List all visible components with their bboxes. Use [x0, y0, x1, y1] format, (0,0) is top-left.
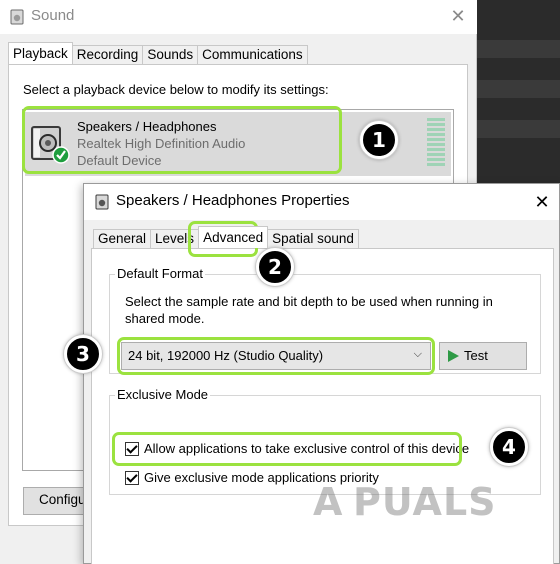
test-button[interactable]: Test [439, 342, 527, 370]
appuals-watermark: A PUALS [313, 480, 497, 524]
speaker-app-icon [95, 194, 109, 210]
speaker-app-icon [10, 9, 24, 25]
close-icon[interactable]: ✕ [446, 4, 470, 28]
allow-exclusive-label: Allow applications to take exclusive con… [144, 441, 470, 456]
tab-sounds[interactable]: Sounds [142, 45, 199, 64]
tab-general[interactable]: General [93, 229, 152, 248]
properties-title: Speakers / Headphones Properties [116, 192, 350, 209]
properties-tab-bar: General Levels Advanced Spatial sound [93, 226, 359, 248]
sound-window-title: Sound [31, 7, 75, 24]
tab-communications[interactable]: Communications [197, 45, 308, 64]
tab-levels[interactable]: Levels [150, 229, 200, 248]
sound-tab-bar: Playback Recording Sounds Communications [8, 42, 308, 64]
default-format-description: Select the sample rate and bit depth to … [125, 294, 493, 326]
sample-format-select[interactable]: 24 bit, 192000 Hz (Studio Quality) ⌵ [121, 342, 431, 370]
close-icon[interactable]: ✕ [530, 190, 554, 214]
step-badge-3: 3 [64, 335, 102, 373]
device-status: Default Device [77, 153, 162, 168]
play-icon [448, 350, 459, 362]
playback-prompt: Select a playback device below to modify… [23, 82, 329, 97]
tab-playback[interactable]: Playback [8, 42, 73, 64]
sample-format-value: 24 bit, 192000 Hz (Studio Quality) [128, 348, 324, 363]
allow-exclusive-checkbox[interactable]: Allow applications to take exclusive con… [125, 441, 469, 456]
checkbox-checked-icon [125, 470, 139, 485]
tab-advanced[interactable]: Advanced [198, 226, 269, 248]
test-button-label: Test [464, 348, 488, 363]
device-driver: Realtek High Definition Audio [77, 136, 246, 151]
step-badge-2: 2 [256, 248, 294, 286]
volume-level-meter [427, 118, 445, 170]
exclusive-mode-legend: Exclusive Mode [115, 387, 211, 402]
device-name: Speakers / Headphones [77, 119, 217, 134]
speaker-icon [31, 126, 70, 164]
sound-title-bar: Sound ✕ [0, 0, 477, 34]
default-format-legend: Default Format [115, 266, 205, 281]
tab-recording[interactable]: Recording [71, 45, 144, 64]
step-badge-1: 1 [360, 121, 398, 159]
background-desktop [477, 0, 560, 184]
step-badge-4: 4 [490, 428, 528, 466]
properties-title-bar: Speakers / Headphones Properties ✕ [84, 184, 559, 220]
chevron-down-icon: ⌵ [413, 348, 422, 360]
tab-spatial-sound[interactable]: Spatial sound [267, 229, 359, 248]
checkbox-checked-icon [125, 441, 139, 456]
